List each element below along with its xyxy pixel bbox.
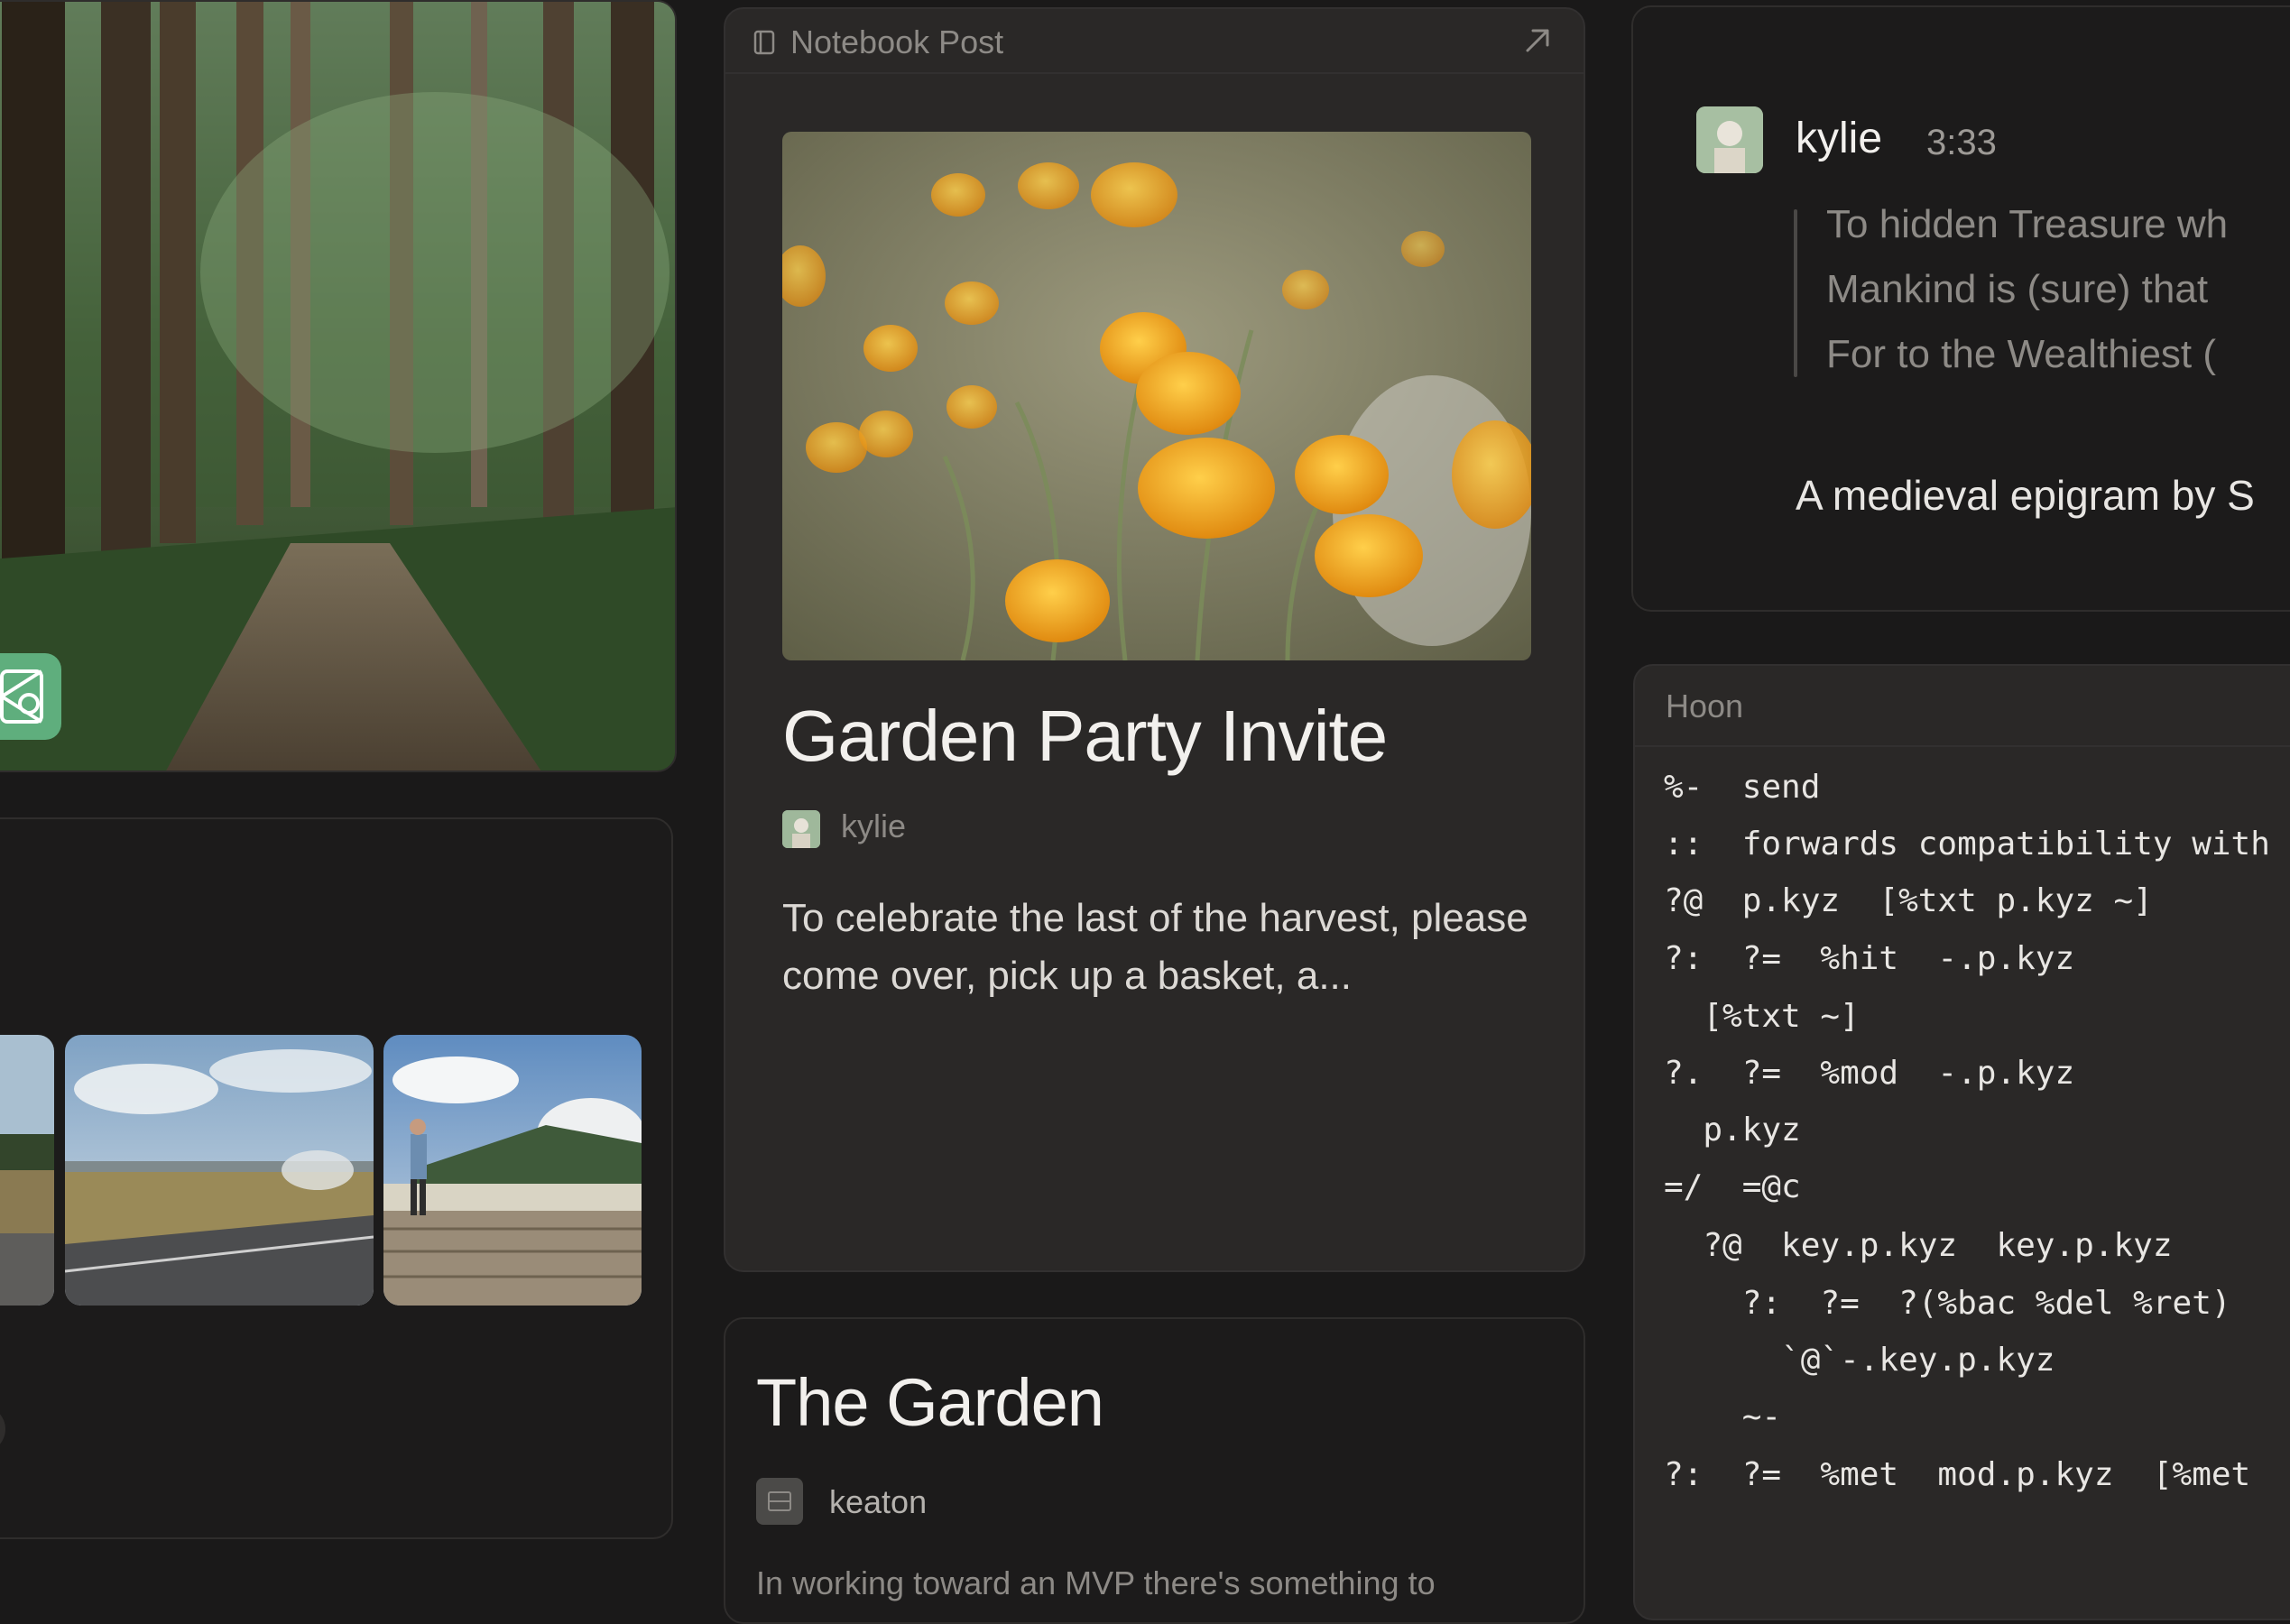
message-author[interactable]: kylie xyxy=(1796,114,1882,163)
code-line: ~- xyxy=(1664,1398,1782,1435)
code-line: [%txt ~] xyxy=(1664,998,1860,1035)
notebook-icon xyxy=(753,29,776,60)
gallery-photo-1 xyxy=(0,1035,54,1306)
code-line: ?@ p.kyz [%txt p.kyz ~] xyxy=(1664,882,2153,919)
gallery-thumbnail-2[interactable] xyxy=(65,1035,374,1306)
forest-photo-card[interactable] xyxy=(0,0,677,772)
message-body: A medieval epigram by S xyxy=(1796,472,2255,519)
code-line: ?: ?= ?(%bac %del %ret) xyxy=(1664,1285,2231,1322)
app-tile-icon[interactable] xyxy=(0,653,61,740)
code-line: ?: ?= %met mod.p.kyz [%met xyxy=(1664,1456,2251,1493)
avatar xyxy=(782,810,820,848)
message-timestamp: 3:33 xyxy=(1926,123,1997,162)
gallery-photo-2 xyxy=(65,1035,374,1306)
code-line: ?: ?= %hit -.p.kyz xyxy=(1664,940,2075,977)
code-block-card[interactable]: Hoon %- send :: forwards compatibility w… xyxy=(1633,664,2290,1620)
quote-line: For to the Wealthiest ( xyxy=(1826,332,2217,376)
notebook-post-header: Notebook Post xyxy=(725,9,1584,74)
app-tile-glyph xyxy=(0,669,43,724)
forest-photo xyxy=(0,2,675,770)
avatar xyxy=(756,1478,803,1525)
code-line: %- send xyxy=(1664,769,1821,806)
notebook-post-author[interactable]: kylie xyxy=(841,807,906,845)
notebook-post-label: Notebook Post xyxy=(790,23,1004,60)
gallery-thumbnail-3[interactable] xyxy=(383,1035,642,1306)
notebook-post-title[interactable]: Garden Party Invite xyxy=(782,695,1388,778)
avatar xyxy=(1696,106,1763,173)
code-line: =/ =@c xyxy=(1664,1168,1801,1205)
gallery-thumbnail-1[interactable] xyxy=(0,1035,54,1306)
code-language-label: Hoon xyxy=(1666,687,1744,724)
notebook-post-card[interactable]: Notebook Post Garden Party Invite kylie … xyxy=(724,7,1585,1272)
quote-line: To hidden Treasure wh xyxy=(1826,202,2229,246)
notebook-post-excerpt: To celebrate the last of the harvest, pl… xyxy=(782,896,1528,998)
poppy-flowers-photo xyxy=(782,132,1531,660)
arrow-up-right-icon[interactable] xyxy=(1522,25,1553,60)
garden-post-card[interactable]: The Garden keaton In working toward an M… xyxy=(724,1317,1585,1624)
code-line: `@`-.key.p.kyz xyxy=(1664,1342,2055,1379)
gallery-photo-3 xyxy=(383,1035,642,1306)
code-line: p.kyz xyxy=(1664,1112,1801,1149)
chat-message-card[interactable]: kylie 3:33 To hidden Treasure wh Mankind… xyxy=(1631,5,2290,612)
quote-line: Mankind is (sure) that xyxy=(1826,267,2209,311)
code-line: ?. ?= %mod -.p.kyz xyxy=(1664,1055,2075,1092)
garden-post-excerpt: In working toward an MVP there's somethi… xyxy=(756,1564,1436,1601)
blockquote-bar xyxy=(1794,209,1797,377)
code-line: ?@ key.p.kyz key.p.kyz xyxy=(1664,1227,2173,1264)
garden-post-author[interactable]: keaton xyxy=(829,1483,927,1521)
code-block-header: Hoon xyxy=(1635,666,2290,747)
garden-post-title[interactable]: The Garden xyxy=(756,1364,1104,1441)
code-line: :: forwards compatibility with xyxy=(1664,826,2270,863)
